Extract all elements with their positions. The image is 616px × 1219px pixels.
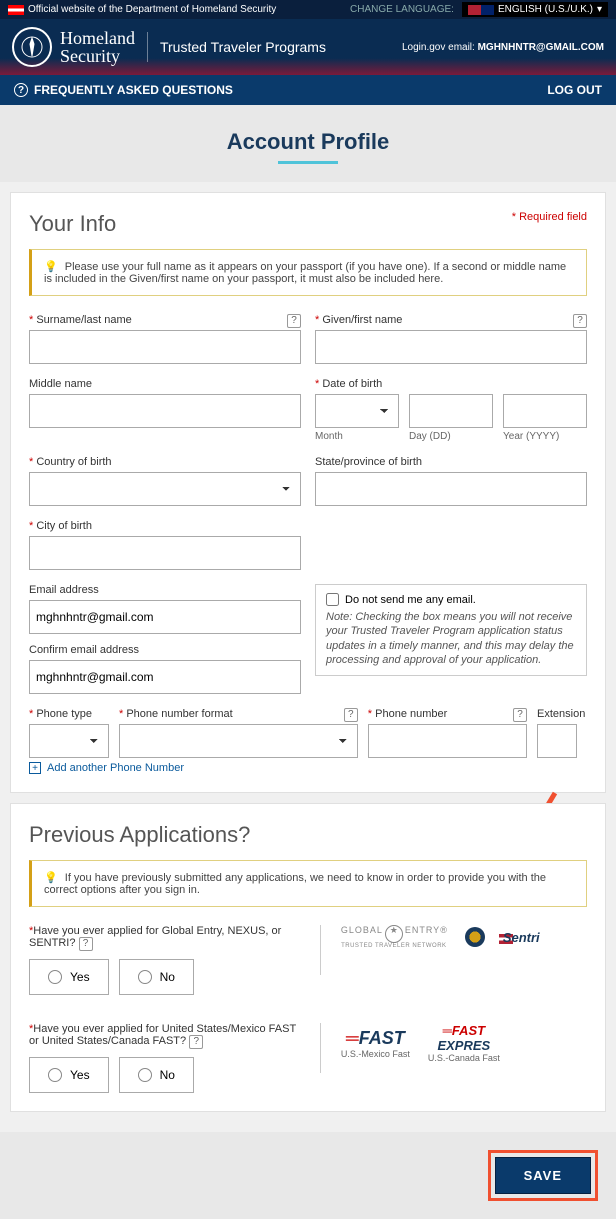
fast-us-canada-logo: ═FASTEXPRES U.S.-Canada Fast	[428, 1023, 500, 1063]
name-note-box: 💡 Please use your full name as it appear…	[29, 249, 587, 296]
language-value: ENGLISH (U.S./U.K.)	[498, 4, 593, 15]
nexus-logo	[465, 927, 485, 947]
middle-name-label: Middle name	[29, 378, 301, 390]
previous-applications-card: Previous Applications? 💡 If you have pre…	[10, 803, 606, 1112]
help-icon[interactable]: ?	[189, 1035, 203, 1049]
year-sublabel: Year (YYYY)	[503, 431, 587, 442]
global-entry-logo: GLOBAL★ENTRY® TRUSTED TRAVELER NETWORK	[341, 925, 447, 950]
question-icon: ?	[14, 83, 28, 97]
surname-label: * Surname/last name?	[29, 314, 301, 326]
phone-type-label: * Phone type	[29, 708, 109, 720]
homeland-security-logo: Homeland Security	[60, 29, 135, 65]
save-highlight: SAVE	[488, 1150, 598, 1201]
country-select[interactable]	[29, 472, 301, 506]
lightbulb-icon: 💡	[44, 872, 58, 884]
prev-note-box: 💡 If you have previously submitted any a…	[29, 860, 587, 907]
confirm-email-label: Confirm email address	[29, 644, 301, 656]
us-flag-icon	[8, 5, 24, 15]
lightbulb-icon: 💡	[44, 261, 58, 273]
separator	[320, 1023, 321, 1073]
plus-icon: +	[29, 762, 41, 774]
save-area: SAVE	[0, 1132, 616, 1219]
q2-label: *Have you ever applied for United States…	[29, 1023, 300, 1049]
separator	[320, 925, 321, 975]
add-phone-link[interactable]: + Add another Phone Number	[29, 762, 587, 774]
city-label: * City of birth	[29, 520, 301, 532]
dob-month-select[interactable]	[315, 394, 399, 428]
prev-apps-title: Previous Applications?	[29, 822, 587, 848]
dob-year-input[interactable]	[503, 394, 587, 428]
official-text: Official website of the Department of Ho…	[28, 4, 276, 15]
help-icon[interactable]: ?	[573, 314, 587, 328]
day-sublabel: Day (DD)	[409, 431, 493, 442]
page-title: Account Profile	[227, 129, 390, 155]
email-opt-out-box: Do not send me any email. Note: Checking…	[315, 584, 587, 676]
language-selector[interactable]: ENGLISH (U.S./U.K.) ▾	[462, 2, 608, 17]
q2-no-radio[interactable]: No	[119, 1057, 194, 1093]
header-divider	[147, 32, 148, 62]
faq-link[interactable]: ? FREQUENTLY ASKED QUESTIONS	[14, 83, 233, 97]
help-icon[interactable]: ?	[79, 937, 93, 951]
dob-label: * Date of birth	[315, 378, 587, 390]
extension-label: Extension	[537, 708, 587, 720]
given-name-label: * Given/first name?	[315, 314, 587, 326]
state-label: State/province of birth	[315, 456, 587, 468]
help-icon[interactable]: ?	[513, 708, 527, 722]
phone-format-label: * Phone number format?	[119, 708, 358, 720]
confirm-email-input[interactable]	[29, 660, 301, 694]
no-email-note: Note: Checking the box means you will no…	[326, 610, 576, 667]
your-info-title: Your Info	[29, 211, 587, 237]
no-email-checkbox[interactable]	[326, 593, 339, 606]
help-icon[interactable]: ?	[287, 314, 301, 328]
program-title: Trusted Traveler Programs	[160, 39, 326, 55]
middle-name-input[interactable]	[29, 394, 301, 428]
q1-label: *Have you ever applied for Global Entry,…	[29, 925, 300, 951]
your-info-card: * Required field Your Info 💡 Please use …	[10, 192, 606, 793]
phone-number-label: * Phone number?	[368, 708, 527, 720]
state-input[interactable]	[315, 472, 587, 506]
country-label: * Country of birth	[29, 456, 301, 468]
title-underline	[278, 161, 338, 164]
phone-format-select[interactable]	[119, 724, 358, 758]
save-button[interactable]: SAVE	[495, 1157, 591, 1194]
q1-yes-radio[interactable]: Yes	[29, 959, 109, 995]
given-name-input[interactable]	[315, 330, 587, 364]
required-field-note: * Required field	[512, 211, 587, 223]
q2-yes-radio[interactable]: Yes	[29, 1057, 109, 1093]
gov-topbar: Official website of the Department of Ho…	[0, 0, 616, 19]
change-language-label: CHANGE LANGUAGE:	[350, 4, 454, 15]
surname-input[interactable]	[29, 330, 301, 364]
site-header: Homeland Security Trusted Traveler Progr…	[0, 19, 616, 75]
email-label: Email address	[29, 584, 301, 596]
dhs-seal-icon	[12, 27, 52, 67]
login-email: Login.gov email: MGHNHNTR@GMAIL.COM	[402, 42, 604, 53]
logout-link[interactable]: LOG OUT	[547, 83, 602, 97]
fast-us-mexico-logo: ═FAST U.S.-Mexico Fast	[341, 1028, 410, 1059]
phone-type-select[interactable]	[29, 724, 109, 758]
q1-no-radio[interactable]: No	[119, 959, 194, 995]
month-sublabel: Month	[315, 431, 399, 442]
email-input[interactable]	[29, 600, 301, 634]
help-icon[interactable]: ?	[344, 708, 358, 722]
sentri-logo: Sentri	[503, 930, 540, 945]
dob-day-input[interactable]	[409, 394, 493, 428]
nav-bar: ? FREQUENTLY ASKED QUESTIONS LOG OUT	[0, 75, 616, 105]
extension-input[interactable]	[537, 724, 577, 758]
caret-down-icon: ▾	[597, 4, 602, 15]
no-email-label: Do not send me any email.	[345, 594, 476, 606]
flags-icon	[468, 5, 494, 15]
phone-number-input[interactable]	[368, 724, 527, 758]
city-input[interactable]	[29, 536, 301, 570]
page-title-area: Account Profile	[0, 105, 616, 182]
